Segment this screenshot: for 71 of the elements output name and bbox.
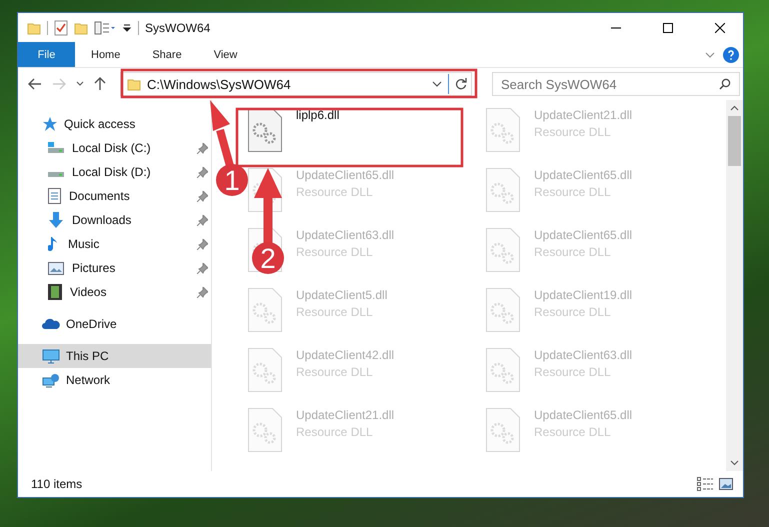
scrollbar[interactable] (726, 100, 743, 471)
dll-file-icon (248, 288, 282, 332)
nav-item[interactable]: OneDrive (18, 312, 211, 336)
number-badge: 1 (216, 164, 248, 196)
monitor-icon (42, 348, 60, 364)
dll-file-icon (248, 108, 282, 152)
nav-item[interactable]: Music (18, 232, 211, 256)
search-icon (719, 78, 731, 90)
callout-arrow (210, 100, 234, 168)
pin-icon[interactable] (197, 142, 208, 154)
caret-icon[interactable] (432, 81, 442, 87)
file-name[interactable]: liplp6.dll (296, 108, 340, 122)
nav-item[interactable]: Quick access (18, 112, 211, 136)
dll-file-icon (486, 228, 520, 272)
film-icon (48, 284, 62, 300)
pin-icon[interactable] (197, 262, 208, 274)
music-note-icon (48, 236, 60, 252)
drive-icon (48, 142, 64, 154)
pin-icon[interactable] (197, 166, 208, 178)
network-icon (42, 372, 60, 388)
nav-item[interactable]: Documents (18, 184, 211, 208)
picture-icon (48, 262, 64, 274)
scroll-up-icon[interactable] (730, 105, 739, 111)
ribbon-tab[interactable]: Home (75, 42, 136, 67)
down-arrow-icon (48, 212, 64, 228)
pin-icon[interactable] (197, 214, 208, 226)
nav-item[interactable]: Pictures (18, 256, 211, 280)
dll-file-icon (248, 408, 282, 452)
scroll-down-icon[interactable] (730, 460, 739, 466)
large-icons-view-icon[interactable] (719, 478, 733, 490)
details-view-icon[interactable] (697, 477, 713, 491)
nav-item[interactable]: Local Disk (C:) (18, 136, 211, 160)
folder-icon (127, 77, 141, 91)
recent-locations-icon[interactable] (76, 81, 84, 87)
dll-file-icon (486, 288, 520, 332)
pin-icon[interactable] (197, 238, 208, 250)
up-arrow-icon[interactable] (94, 77, 106, 91)
item-count: 110 items (31, 477, 82, 491)
dll-file-icon (248, 348, 282, 392)
close-icon (715, 22, 725, 32)
address-field[interactable]: C:\Windows\SysWOW64 (120, 72, 472, 96)
expand-ribbon-icon[interactable] (705, 52, 715, 58)
back-arrow-icon[interactable] (28, 78, 42, 90)
dll-file-icon (486, 108, 520, 152)
window-title: SysWOW64 (145, 20, 210, 34)
customize-toolbar-icon[interactable] (94, 20, 116, 34)
properties-icon[interactable] (54, 20, 68, 36)
pin-icon[interactable] (197, 286, 208, 298)
cloud-icon (42, 318, 60, 330)
folder-icon (27, 20, 41, 34)
pin-icon[interactable] (197, 190, 208, 202)
refresh-icon[interactable] (455, 78, 467, 90)
nav-item[interactable]: This PC (18, 344, 211, 368)
nav-item[interactable]: Network (18, 368, 211, 392)
dropdown-icon[interactable] (122, 22, 132, 32)
number-badge: 2 (252, 242, 284, 274)
nav-item[interactable]: Downloads (18, 208, 211, 232)
star-icon (42, 116, 58, 132)
nav-item[interactable]: Videos (18, 280, 211, 304)
document-icon (48, 188, 61, 204)
dll-file-icon (486, 348, 520, 392)
ribbon-tab[interactable]: Share (136, 42, 198, 67)
search-field[interactable]: Search SysWOW64 (492, 72, 740, 96)
scroll-thumb[interactable] (728, 116, 741, 166)
dll-file-icon (486, 168, 520, 212)
dll-file-icon (486, 408, 520, 452)
help-icon[interactable] (723, 46, 739, 62)
nav-item[interactable]: Local Disk (D:) (18, 160, 211, 184)
ribbon-tab[interactable]: File (18, 42, 75, 67)
maximize-icon (663, 22, 673, 32)
ribbon-tab[interactable]: View (198, 42, 254, 67)
